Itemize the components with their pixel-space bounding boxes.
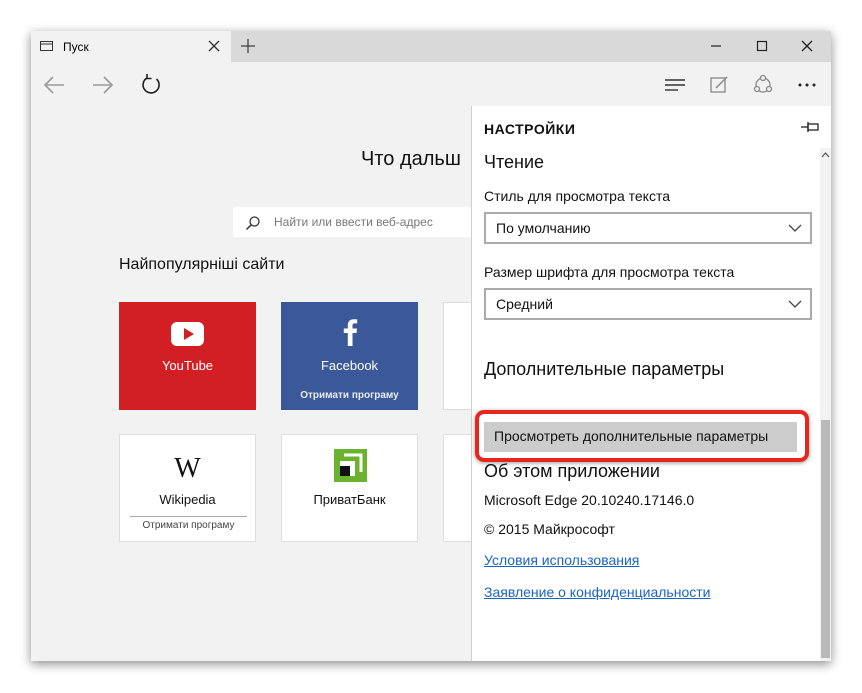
- close-tab-icon[interactable]: [207, 39, 221, 53]
- tab-title: Пуск: [63, 40, 89, 54]
- font-size-value: Средний: [496, 296, 553, 312]
- page-icon: [40, 41, 53, 51]
- tile-wikipedia[interactable]: W Wikipedia Отримати програму: [119, 434, 256, 542]
- forward-arrow-icon[interactable]: [90, 72, 116, 98]
- reading-style-select[interactable]: По умолчанию: [484, 212, 812, 244]
- back-arrow-icon[interactable]: [41, 72, 67, 98]
- search-icon: [245, 216, 260, 231]
- close-window-icon[interactable]: [798, 37, 816, 55]
- new-tab-icon[interactable]: [239, 37, 257, 55]
- privatbank-logo-icon: [334, 449, 367, 482]
- refresh-icon[interactable]: [138, 72, 164, 98]
- facebook-logo-icon: [343, 319, 358, 346]
- reading-heading: Чтение: [484, 152, 545, 172]
- search-placeholder: Найти или ввести веб-адрес: [274, 215, 433, 229]
- web-note-icon[interactable]: [706, 72, 732, 98]
- hub-icon[interactable]: [662, 72, 688, 98]
- page-heading: Что дальш: [361, 148, 461, 170]
- settings-panel: НАСТРОЙКИ Чтение Стиль для просмотра тек…: [471, 106, 831, 661]
- more-options-icon[interactable]: [794, 72, 820, 98]
- get-app-link[interactable]: Отримати програму: [281, 390, 418, 401]
- tile-privatbank[interactable]: ПриватБанк: [281, 434, 418, 542]
- top-sites-title: Найпопулярніші сайти: [119, 256, 285, 273]
- tile-youtube[interactable]: YouTube: [119, 302, 256, 410]
- share-icon[interactable]: [750, 72, 776, 98]
- tile-label: YouTube: [161, 358, 214, 373]
- tile-label: ПриватБанк: [313, 492, 386, 507]
- settings-title: НАСТРОЙКИ: [484, 121, 576, 137]
- wikipedia-logo: W: [174, 453, 201, 484]
- scrollbar-thumb[interactable]: [821, 420, 830, 658]
- maximize-icon[interactable]: [753, 37, 771, 55]
- pin-icon[interactable]: [800, 120, 820, 134]
- tile-label: Wikipedia: [159, 492, 216, 507]
- font-size-select[interactable]: Средний: [484, 288, 812, 320]
- copyright-text: © 2015 Майкрософт: [484, 521, 615, 537]
- highlight-annotation: [475, 410, 809, 462]
- version-text: Microsoft Edge 20.10240.17146.0: [484, 492, 695, 508]
- get-app-link[interactable]: Отримати програму: [130, 516, 247, 531]
- browser-window: Пуск Что дальш Найти или ввести веб-адре…: [31, 31, 831, 661]
- chevron-down-icon: [788, 300, 802, 308]
- reading-style-value: По умолчанию: [496, 220, 591, 236]
- advanced-heading: Дополнительные параметры: [484, 359, 725, 379]
- youtube-play-icon: [171, 322, 204, 346]
- chevron-down-icon: [788, 224, 802, 232]
- settings-scrollbar[interactable]: [820, 148, 831, 661]
- minimize-icon[interactable]: [707, 37, 725, 55]
- tile-label: Facebook: [320, 358, 379, 373]
- scroll-up-icon[interactable]: [820, 150, 831, 160]
- tab-bar: Пуск: [31, 31, 831, 62]
- search-input[interactable]: Найти или ввести веб-адрес: [233, 207, 493, 237]
- terms-of-use-link[interactable]: Условия использования: [484, 552, 639, 568]
- font-size-label: Размер шрифта для просмотра текста: [484, 264, 735, 280]
- tab-start[interactable]: Пуск: [31, 31, 231, 62]
- about-heading: Об этом приложении: [484, 461, 660, 481]
- tile-facebook[interactable]: Facebook Отримати програму: [281, 302, 418, 410]
- navigation-bar: [31, 62, 831, 106]
- privacy-statement-link[interactable]: Заявление о конфиденциальности: [484, 584, 710, 600]
- reading-style-label: Стиль для просмотра текста: [484, 188, 670, 204]
